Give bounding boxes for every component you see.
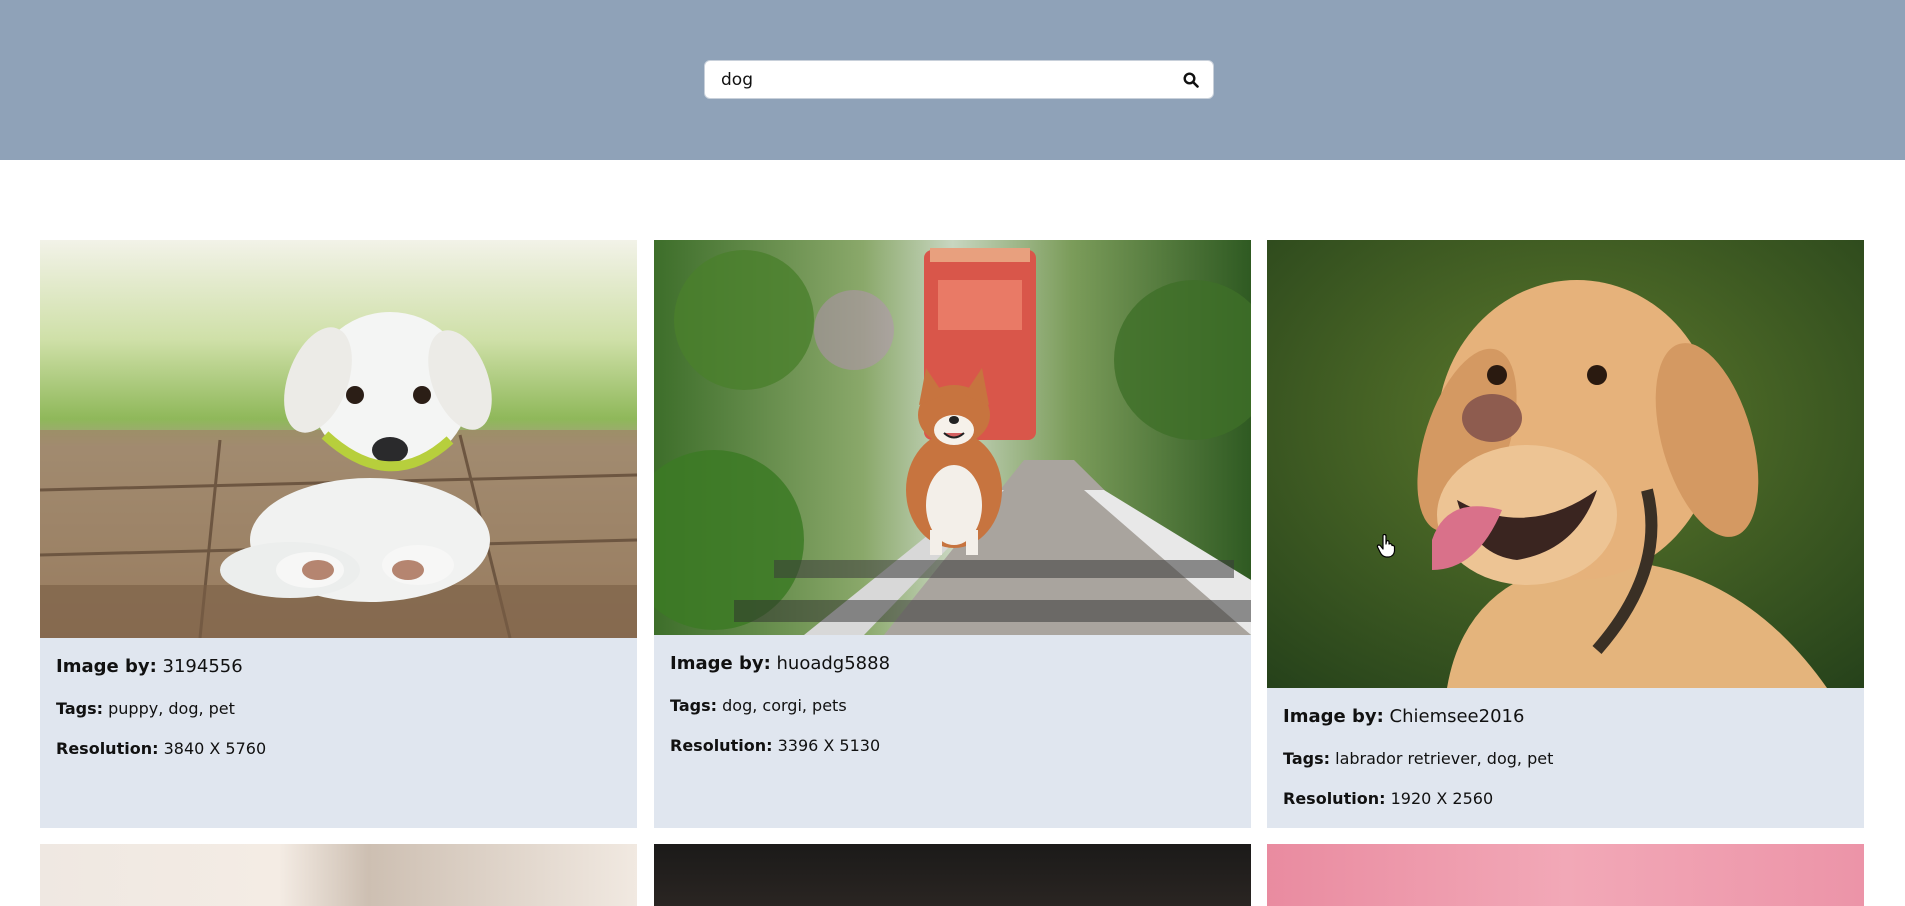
- search-icon: [1183, 72, 1199, 88]
- hand-cursor-icon: [1376, 534, 1396, 558]
- resolution-value: 3840 X 5760: [163, 739, 267, 758]
- resolution: Resolution: 1920 X 2560: [1283, 789, 1493, 809]
- image-by-label: Image by:: [56, 656, 157, 677]
- header-bar: [0, 0, 1905, 160]
- search-box[interactable]: [704, 60, 1214, 99]
- image-card-partial[interactable]: [40, 844, 637, 906]
- tags-value: puppy, dog, pet: [108, 699, 235, 718]
- resolution: Resolution: 3396 X 5130: [670, 736, 880, 756]
- image-card[interactable]: Image by: 3194556 Tags: puppy, dog, pet …: [40, 240, 637, 828]
- resolution-label: Resolution:: [56, 739, 159, 758]
- image-by: Image by: huoadg5888: [670, 654, 890, 674]
- tags: Tags: labrador retriever, dog, pet: [1283, 749, 1553, 769]
- tags-label: Tags:: [1283, 749, 1331, 768]
- tags: Tags: puppy, dog, pet: [56, 699, 235, 719]
- image-by: Image by: 3194556: [56, 657, 243, 677]
- resolution-label: Resolution:: [1283, 789, 1386, 808]
- image-by: Image by: Chiemsee2016: [1283, 707, 1524, 727]
- card-photo-puppy[interactable]: [40, 240, 637, 638]
- image-by-label: Image by:: [1283, 706, 1384, 727]
- card-photo-corgi[interactable]: [654, 240, 1251, 635]
- image-by-label: Image by:: [670, 653, 771, 674]
- image-card-partial[interactable]: [654, 844, 1251, 906]
- tags-value: dog, corgi, pets: [722, 696, 847, 715]
- search-input[interactable]: [705, 61, 1165, 98]
- image-card-partial[interactable]: [1267, 844, 1864, 906]
- resolution: Resolution: 3840 X 5760: [56, 739, 266, 759]
- tags-value: labrador retriever, dog, pet: [1335, 749, 1554, 768]
- resolution-label: Resolution:: [670, 736, 773, 755]
- author: Chiemsee2016: [1389, 706, 1525, 727]
- tags: Tags: dog, corgi, pets: [670, 696, 847, 716]
- card-photo-labrador[interactable]: [1267, 240, 1864, 688]
- tags-label: Tags:: [56, 699, 104, 718]
- resolution-value: 1920 X 2560: [1390, 789, 1494, 808]
- tags-label: Tags:: [670, 696, 718, 715]
- author: 3194556: [162, 656, 243, 677]
- image-card[interactable]: Image by: Chiemsee2016 Tags: labrador re…: [1267, 240, 1864, 828]
- author: huoadg5888: [776, 653, 891, 674]
- search-button[interactable]: [1179, 68, 1203, 92]
- image-card[interactable]: Image by: huoadg5888 Tags: dog, corgi, p…: [654, 240, 1251, 828]
- resolution-value: 3396 X 5130: [777, 736, 881, 755]
